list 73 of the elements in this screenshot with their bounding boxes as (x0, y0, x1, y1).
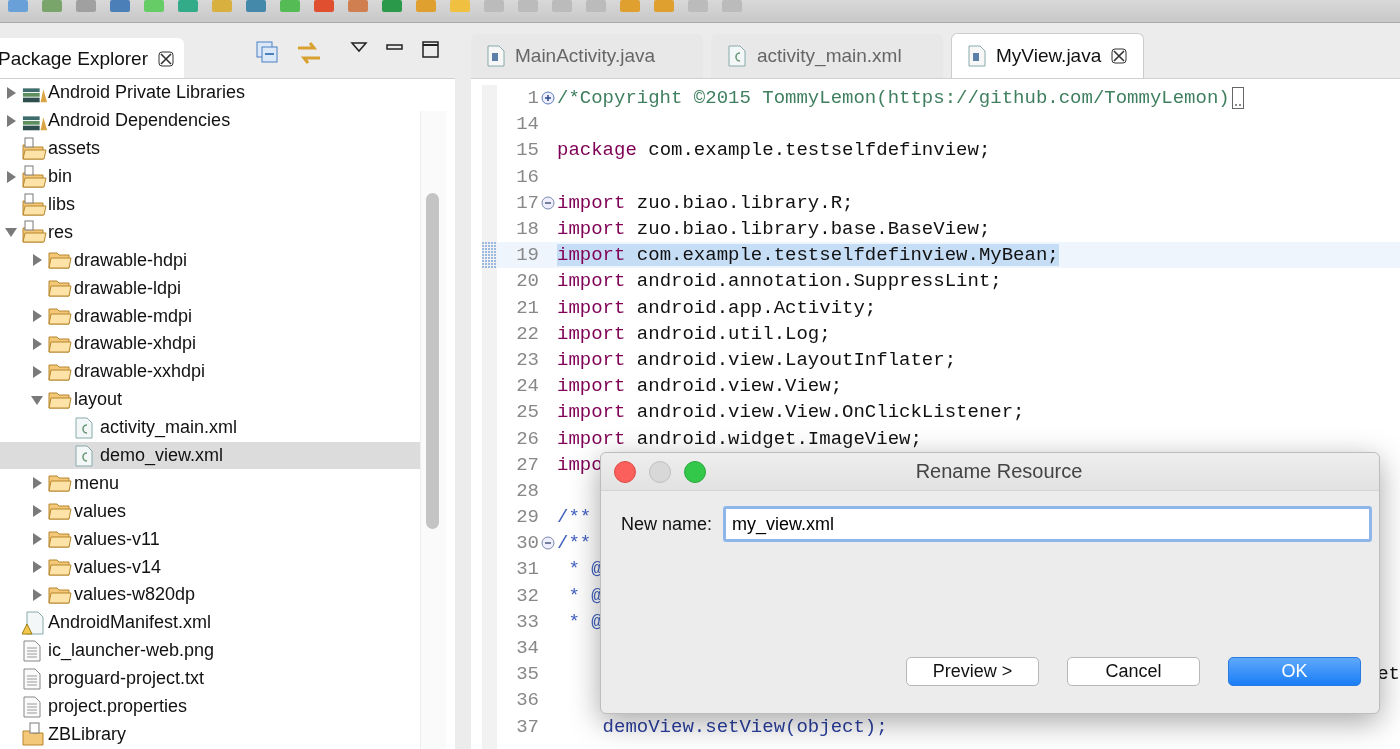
tree-item[interactable]: bin (0, 162, 420, 191)
tree-item[interactable]: drawable-ldpi (0, 274, 420, 303)
line-number: 37 (515, 715, 539, 738)
tree-item[interactable]: demo_view.xml (0, 441, 420, 470)
line-number: 21 (515, 296, 539, 319)
code-line: import android.view.LayoutInflater; (557, 348, 957, 371)
line-number: 15 (515, 139, 539, 162)
line-number: 32 (515, 584, 539, 607)
tree-item[interactable]: AndroidManifest.xml (0, 608, 420, 637)
code-line: import android.annotation.SuppressLint; (557, 270, 1002, 293)
line-number: 22 (515, 322, 539, 345)
line-number: 27 (515, 453, 539, 476)
code-line: import android.app.Activity; (557, 296, 877, 319)
line-number: 34 (515, 637, 539, 660)
tree-item[interactable]: assets (0, 134, 420, 163)
editor-tab[interactable]: activity_main.xml (711, 34, 943, 78)
code-line: /** (557, 506, 592, 529)
tree-item[interactable]: project.properties (0, 692, 420, 721)
line-number: 16 (515, 165, 539, 188)
code-line: import android.widget.ImageView; (557, 427, 922, 450)
line-number: 36 (515, 689, 539, 712)
line-number: 19 (515, 244, 539, 267)
tree-item[interactable]: proguard-project.txt (0, 664, 420, 693)
code-line: /** (557, 532, 592, 555)
line-number: 30 (515, 532, 539, 555)
tree-item[interactable]: drawable-xxhdpi (0, 357, 420, 386)
code-line: import android.view.View; (557, 375, 843, 398)
tree-item[interactable]: drawable-mdpi (0, 302, 420, 330)
line-number: 33 (515, 610, 539, 633)
tree-item[interactable]: drawable-xhdpi (0, 330, 420, 358)
tree-item[interactable]: values-v11 (0, 525, 420, 554)
tree-item[interactable]: drawable-hdpi (0, 246, 420, 275)
code-line: impo (557, 453, 603, 476)
line-number: 23 (515, 348, 539, 371)
tree-item[interactable]: Android Private Libraries (0, 79, 420, 107)
field-label: New name: (621, 513, 713, 535)
tree-item[interactable]: ic_launcher-web.png (0, 636, 420, 665)
dialog-button[interactable]: Cancel (1067, 657, 1200, 686)
code-line: import android.util.Log; (557, 322, 831, 345)
tree-item[interactable]: menu (0, 469, 420, 498)
line-number: 1 (526, 87, 539, 110)
tree-item[interactable]: res (0, 218, 420, 247)
dialog-title: Rename Resource (914, 460, 1084, 483)
editor-tab[interactable]: MainActivity.java (471, 34, 703, 78)
line-number: 24 (515, 375, 539, 398)
line-number: 25 (515, 401, 539, 424)
line-number: 35 (515, 663, 539, 686)
code-line: demoView.setView(object); (601, 715, 888, 738)
line-number: 31 (515, 558, 539, 581)
tree-item[interactable]: values (0, 497, 420, 526)
explorer-tab[interactable]: Package Explorer (0, 38, 184, 78)
tree-item[interactable]: libs (0, 190, 420, 219)
tree-item[interactable]: ZBLibrary (0, 720, 420, 749)
tree-item[interactable]: values-w820dp (0, 581, 420, 609)
line-number: 28 (515, 479, 539, 502)
line-number: 29 (515, 506, 539, 529)
code-line: import zuo.biao.library.base.BaseView; (557, 218, 991, 241)
tree-item[interactable]: activity_main.xml (0, 413, 420, 442)
code-line: package com.example.testselfdefinview; (557, 139, 991, 162)
line-number: 26 (515, 427, 539, 450)
line-number: 20 (515, 270, 539, 293)
tree-item[interactable]: layout (0, 385, 420, 414)
line-number: 18 (515, 218, 539, 241)
code-line: import zuo.biao.library.R; (557, 191, 854, 214)
tree-item[interactable]: values-v14 (0, 553, 420, 582)
name-input-field[interactable]: my_view.xml (723, 506, 1372, 542)
tree-item[interactable]: Android Dependencies (0, 106, 420, 135)
code-line: import android.view.View.OnClickListener; (557, 401, 1025, 424)
editor-tab[interactable]: MyView.java (951, 33, 1145, 78)
dialog-button[interactable]: Preview > (906, 657, 1039, 686)
line-number: 14 (515, 113, 539, 136)
code-line: /*Copyright ©2015 TommyLemon(https://github.com/TommyLemon) (557, 87, 1230, 110)
line-number: 17 (515, 191, 539, 214)
